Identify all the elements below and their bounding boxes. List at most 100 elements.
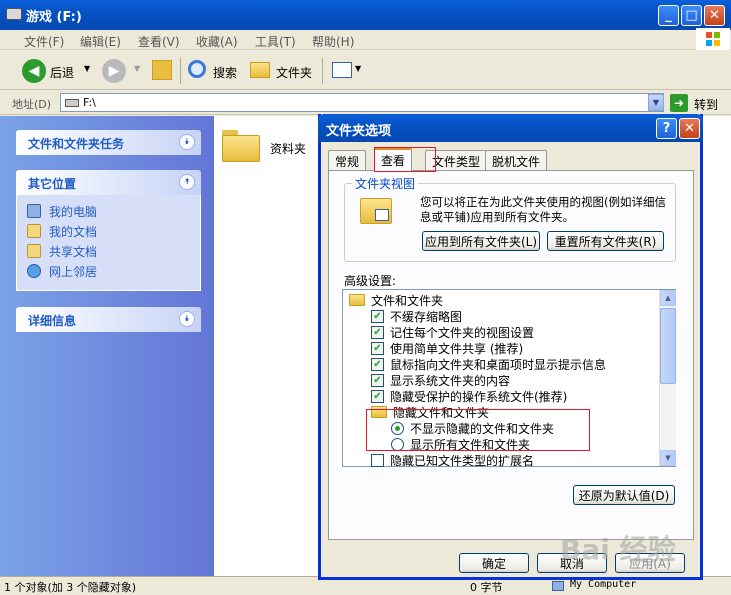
toolbar-separator	[180, 58, 181, 84]
check-label: 记住每个文件夹的视图设置	[390, 325, 535, 340]
check-row[interactable]: ✔ 隐藏受保护的操作系统文件(推荐)	[371, 388, 567, 404]
panel-details[interactable]: 详细信息 ⯯	[16, 307, 201, 332]
tab-view[interactable]: 查看	[374, 148, 413, 171]
back-label[interactable]: 后退	[50, 64, 74, 81]
check-row[interactable]: ✔ 记住每个文件夹的视图设置	[371, 324, 534, 340]
menu-file[interactable]: 文件(F)	[24, 33, 64, 50]
explorer-title-bar: 游戏 (F:) _ □ ✕	[0, 0, 731, 30]
folders-label[interactable]: 文件夹	[276, 64, 312, 81]
restore-defaults-button[interactable]: 还原为默认值(D)	[573, 485, 675, 505]
scroll-thumb[interactable]	[660, 308, 676, 384]
checkbox[interactable]: ✔	[371, 309, 384, 323]
dialog-title: 文件夹选项	[326, 124, 392, 139]
radio-label: 不显示隐藏的文件和文件夹	[410, 421, 555, 436]
check-row[interactable]: ✔ 鼠标指向文件夹和桌面项时显示提示信息	[371, 356, 606, 372]
scroll-up-icon[interactable]: ▲	[660, 290, 676, 306]
link-network-places[interactable]: 网上邻居	[17, 261, 200, 281]
documents-icon	[27, 224, 41, 238]
check-label: 显示系统文件夹的内容	[390, 373, 511, 388]
checkbox[interactable]: ✔	[371, 389, 384, 403]
tree-label: 文件和文件夹	[371, 293, 444, 308]
radio-button[interactable]	[391, 437, 404, 451]
chevron-down-icon[interactable]: ⯯	[179, 311, 195, 327]
folders-icon[interactable]	[250, 62, 270, 78]
checkbox[interactable]: ✔	[371, 373, 384, 387]
computer-icon	[552, 581, 564, 591]
back-dropdown-icon[interactable]: ▼	[84, 64, 90, 73]
panel-file-tasks[interactable]: 文件和文件夹任务 ⯯	[16, 130, 201, 155]
menu-edit[interactable]: 编辑(E)	[80, 33, 121, 50]
minimize-button[interactable]: _	[658, 5, 679, 26]
radio-row[interactable]: 显示所有文件和文件夹	[391, 436, 530, 452]
radio-label: 显示所有文件和文件夹	[410, 437, 531, 452]
checkbox[interactable]: ✔	[371, 341, 384, 355]
vertical-scrollbar[interactable]: ▲ ▼	[659, 290, 676, 466]
radio-row[interactable]: 不显示隐藏的文件和文件夹	[391, 420, 554, 436]
go-button[interactable]: 转到	[694, 96, 718, 113]
radio-button[interactable]	[391, 421, 404, 435]
check-row[interactable]: ✔ 使用简单文件共享 (推荐)	[371, 340, 523, 356]
check-label: 不缓存缩略图	[390, 309, 463, 324]
dialog-close-button[interactable]: ✕	[679, 118, 700, 139]
toolbar: ◀ 后退 ▼ ▶ ▼ 搜索 文件夹 ▼	[0, 52, 731, 90]
tree-hidden-files-group: 隐藏文件和文件夹	[371, 404, 489, 420]
task-pane: 文件和文件夹任务 ⯯ 其它位置 ⯭ 我的电脑 我的文档 共享文档 网上邻居 详细…	[0, 116, 214, 576]
shared-folder-icon	[27, 244, 41, 258]
views-icon[interactable]	[332, 62, 352, 78]
menu-view[interactable]: 查看(V)	[138, 33, 180, 50]
views-dropdown-icon[interactable]: ▼	[355, 64, 361, 73]
maximize-button[interactable]: □	[681, 5, 702, 26]
checkbox[interactable]: ✔	[371, 357, 384, 371]
checkbox[interactable]	[371, 453, 384, 467]
panel-title: 详细信息	[28, 314, 77, 328]
forward-dropdown-icon[interactable]: ▼	[134, 64, 140, 73]
link-my-documents[interactable]: 我的文档	[17, 221, 200, 241]
folder-views-icon	[360, 198, 392, 224]
menu-tools[interactable]: 工具(T)	[255, 33, 296, 50]
folder-icon[interactable]	[222, 130, 260, 162]
check-row[interactable]: ✔ 显示系统文件夹的内容	[371, 372, 510, 388]
ok-button[interactable]: 确定	[459, 553, 529, 573]
check-label: 隐藏已知文件类型的扩展名	[390, 453, 535, 468]
panel-title: 其它位置	[28, 177, 77, 191]
folder-label[interactable]: 资料夹	[270, 140, 306, 157]
checkbox[interactable]: ✔	[371, 325, 384, 339]
tab-offline-files[interactable]: 脱机文件	[485, 150, 548, 170]
help-button[interactable]: ?	[656, 118, 677, 139]
panel-other-places[interactable]: 其它位置 ⯭	[16, 170, 201, 195]
chevron-down-icon[interactable]: ⯯	[179, 134, 195, 150]
network-icon	[27, 264, 41, 278]
check-row[interactable]: ✔ 不缓存缩略图	[371, 308, 462, 324]
apply-to-all-folders-button[interactable]: 应用到所有文件夹(L)	[422, 231, 540, 251]
status-object-count: 1 个对象(加 3 个隐藏对象)	[4, 581, 137, 594]
other-places-list: 我的电脑 我的文档 共享文档 网上邻居	[16, 195, 201, 291]
search-label[interactable]: 搜索	[213, 64, 237, 81]
panel-title: 文件和文件夹任务	[28, 137, 125, 151]
chevron-up-icon[interactable]: ⯭	[179, 174, 195, 190]
menu-favorites[interactable]: 收藏(A)	[196, 33, 238, 50]
scroll-down-icon[interactable]: ▼	[660, 450, 676, 466]
search-icon[interactable]	[188, 60, 206, 78]
window-title: 游戏 (F:)	[26, 10, 82, 25]
back-arrow-icon[interactable]: ◀	[22, 59, 46, 83]
address-dropdown-icon[interactable]: ▼	[648, 94, 664, 111]
folder-up-icon[interactable]	[152, 60, 172, 80]
link-my-computer[interactable]: 我的电脑	[17, 201, 200, 221]
go-arrow-icon[interactable]: ➜	[670, 94, 688, 112]
close-button[interactable]: ✕	[704, 5, 725, 26]
reset-all-folders-button[interactable]: 重置所有文件夹(R)	[547, 231, 664, 251]
folder-icon	[349, 294, 365, 306]
tab-file-types[interactable]: 文件类型	[425, 150, 488, 170]
link-shared-documents[interactable]: 共享文档	[17, 241, 200, 261]
forward-arrow-icon[interactable]: ▶	[102, 59, 126, 83]
check-row[interactable]: 隐藏已知文件类型的扩展名	[371, 452, 534, 468]
drive-icon	[6, 8, 22, 20]
advanced-settings-list[interactable]: 文件和文件夹 ✔ 不缓存缩略图 ✔ 记住每个文件夹的视图设置 ✔ 使用简单文件共…	[342, 289, 676, 468]
address-label: 地址(D)	[12, 98, 52, 111]
drive-icon	[65, 99, 79, 107]
address-input[interactable]: F:\	[60, 93, 664, 112]
link-label: 共享文档	[49, 244, 98, 259]
link-label: 我的电脑	[49, 204, 98, 219]
tab-general[interactable]: 常规	[328, 150, 367, 170]
menu-help[interactable]: 帮助(H)	[312, 33, 354, 50]
